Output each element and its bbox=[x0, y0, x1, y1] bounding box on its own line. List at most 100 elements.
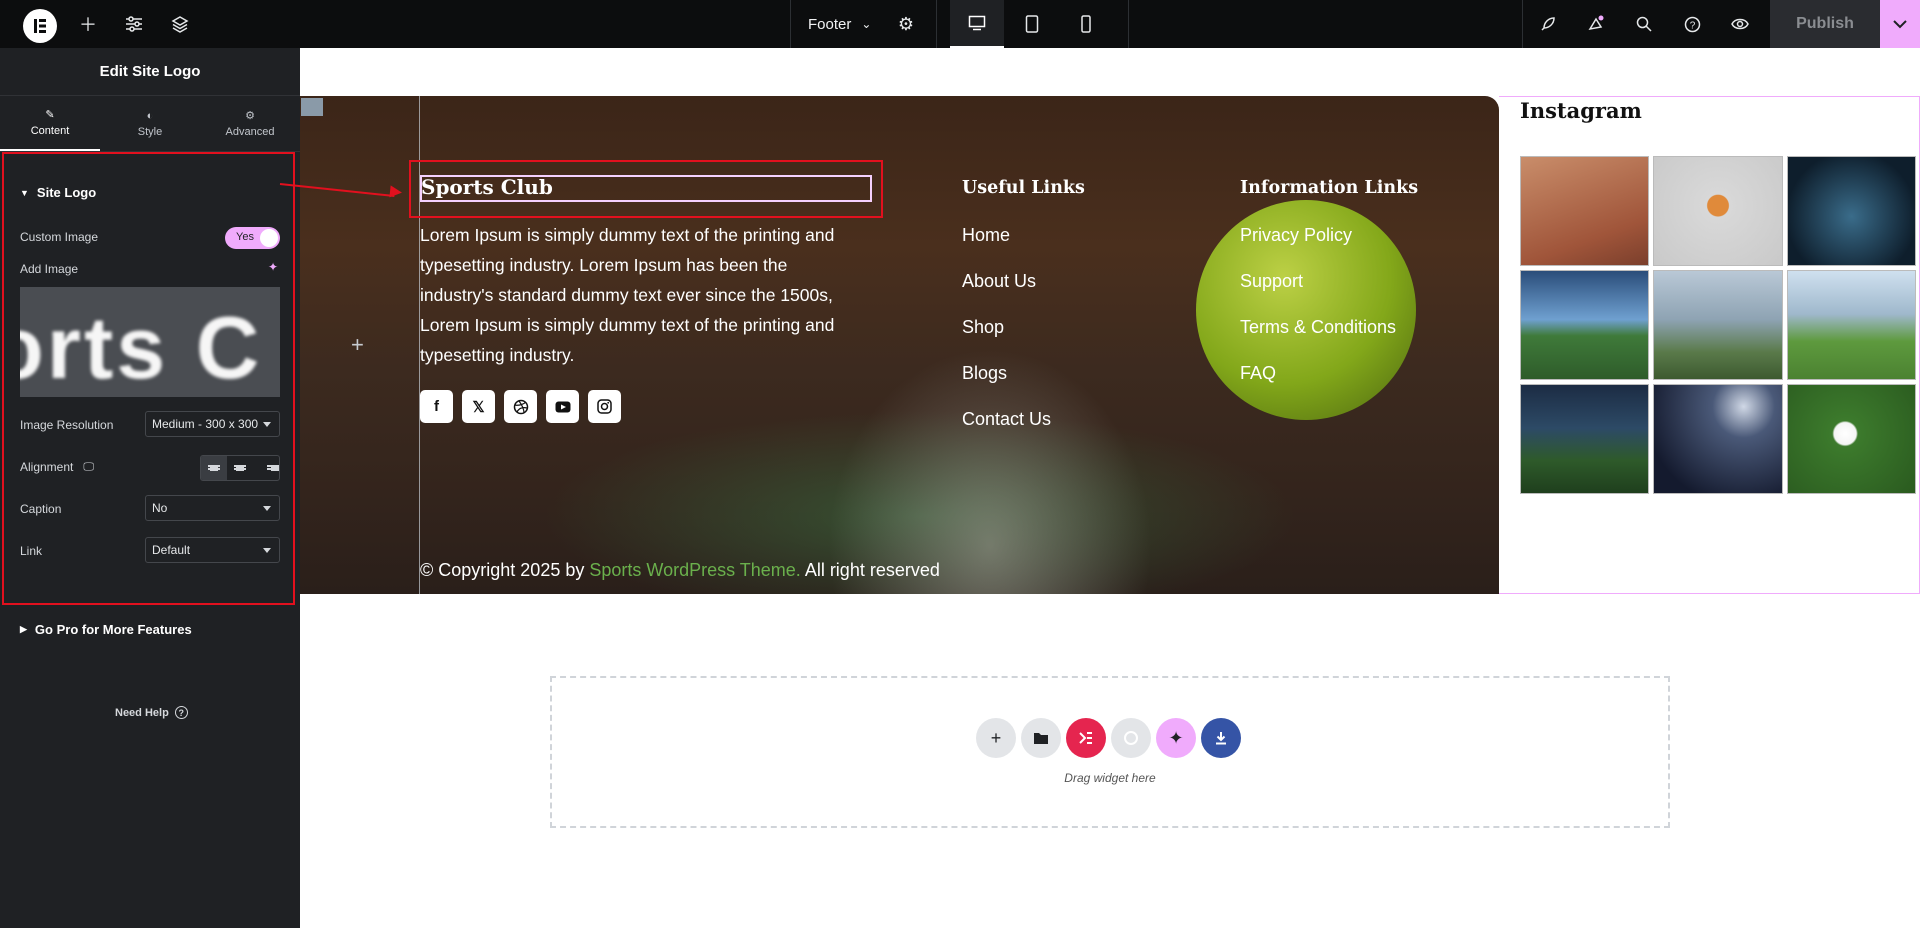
align-center-icon bbox=[227, 464, 253, 473]
add-element-icon[interactable]: ＋ bbox=[64, 0, 112, 48]
youtube-icon[interactable] bbox=[546, 390, 579, 423]
tablet-view-icon[interactable] bbox=[1008, 0, 1056, 48]
gallery-photo-soccer-stadium[interactable] bbox=[1520, 270, 1650, 380]
gallery-photo-rugby-player[interactable] bbox=[1786, 270, 1916, 380]
annotation-arrow-head bbox=[389, 185, 403, 199]
link-label: Link bbox=[20, 544, 43, 558]
container-handle-icon[interactable] bbox=[301, 98, 323, 116]
elementskit-icon[interactable] bbox=[1066, 718, 1106, 758]
search-icon[interactable] bbox=[1620, 0, 1668, 48]
desktop-view-icon[interactable] bbox=[950, 0, 1004, 48]
disabled-addon-icon[interactable] bbox=[1111, 718, 1151, 758]
svg-text:?: ? bbox=[1689, 20, 1695, 31]
gallery-photo-boxer[interactable] bbox=[1786, 156, 1916, 266]
align-center-button[interactable] bbox=[227, 456, 253, 480]
gallery-photo-football-tackle[interactable] bbox=[1520, 384, 1650, 494]
useful-links-heading: Useful Links bbox=[962, 178, 1085, 198]
tab-advanced[interactable]: ⚙ Advanced bbox=[200, 96, 300, 151]
section-toggle-site-logo[interactable]: ▼ Site Logo bbox=[20, 185, 96, 200]
divider bbox=[1128, 0, 1129, 48]
editor-panel: Edit Site Logo ✎ Content ◐ Style ⚙ Advan… bbox=[0, 48, 300, 928]
annotation-highlight-box bbox=[409, 160, 883, 218]
publish-options-chevron-icon[interactable] bbox=[1880, 0, 1920, 48]
x-icon[interactable]: 𝕏 bbox=[462, 390, 495, 423]
rocket-launch-icon[interactable] bbox=[1524, 0, 1572, 48]
footer-link-blogs[interactable]: Blogs bbox=[962, 363, 1007, 384]
footer-link-about-us[interactable]: About Us bbox=[962, 271, 1036, 292]
gallery-photo-basketball-player[interactable] bbox=[1653, 156, 1783, 266]
footer-link-faq[interactable]: FAQ bbox=[1240, 363, 1276, 384]
drag-widget-hint: Drag widget here bbox=[1064, 771, 1156, 785]
add-image-label: Add Image bbox=[20, 262, 79, 276]
footer-link-contact-us[interactable]: Contact Us bbox=[962, 409, 1051, 430]
panel-title: Edit Site Logo bbox=[0, 48, 300, 96]
help-icon[interactable]: ? bbox=[1668, 0, 1716, 48]
align-right-button[interactable] bbox=[253, 456, 279, 480]
custom-image-toggle[interactable]: Yes bbox=[225, 227, 280, 249]
logo-image-preview[interactable]: orts C bbox=[20, 287, 280, 397]
need-help-link[interactable]: Need Help ? bbox=[115, 706, 188, 719]
gallery-photo-soccer-ball[interactable] bbox=[1786, 384, 1916, 494]
footer-link-privacy-policy[interactable]: Privacy Policy bbox=[1240, 225, 1352, 246]
document-name: Footer bbox=[808, 15, 852, 33]
import-download-icon[interactable] bbox=[1201, 718, 1241, 758]
pencil-icon: ✎ bbox=[45, 109, 55, 121]
panel-tabs: ✎ Content ◐ Style ⚙ Advanced bbox=[0, 96, 300, 152]
ai-sparkle-icon[interactable]: ✦ bbox=[268, 260, 278, 274]
tab-label: Advanced bbox=[225, 126, 275, 138]
structure-layers-icon[interactable] bbox=[156, 0, 204, 48]
section-title: Go Pro for More Features bbox=[34, 622, 192, 637]
whats-new-icon[interactable] bbox=[1572, 0, 1620, 48]
divider bbox=[790, 0, 791, 48]
gallery-photo-basketball-dunk[interactable] bbox=[1653, 384, 1783, 494]
preview-eye-icon[interactable] bbox=[1716, 0, 1764, 48]
align-left-button[interactable] bbox=[201, 456, 227, 480]
information-links-heading: Information Links bbox=[1240, 178, 1419, 198]
preview-text: orts C bbox=[20, 298, 263, 397]
caret-right-icon: ▶ bbox=[20, 624, 27, 634]
instagram-heading: Instagram bbox=[1520, 98, 1642, 123]
half-circle-icon: ◐ bbox=[146, 109, 154, 122]
caption-select[interactable]: No bbox=[145, 495, 280, 521]
page-settings-gear-icon[interactable]: ⚙ bbox=[882, 0, 930, 48]
drop-zone-actions: + ✦ bbox=[976, 718, 1241, 758]
footer-link-home[interactable]: Home bbox=[962, 225, 1010, 246]
theme-link[interactable]: Sports WordPress Theme. bbox=[589, 560, 800, 580]
editor-canvas: + Sports Club Lorem Ipsum is simply dumm… bbox=[300, 48, 1920, 928]
image-resolution-select[interactable]: Medium - 300 x 300 bbox=[145, 411, 280, 437]
template-library-folder-icon[interactable] bbox=[1021, 718, 1061, 758]
site-settings-icon[interactable] bbox=[110, 0, 158, 48]
tab-label: Content bbox=[30, 125, 70, 137]
gallery-photo-tennis-player[interactable] bbox=[1520, 156, 1650, 266]
tab-content[interactable]: ✎ Content bbox=[0, 96, 100, 151]
custom-image-label: Custom Image bbox=[20, 230, 99, 244]
link-select[interactable]: Default bbox=[145, 537, 280, 563]
elementor-logo-icon[interactable] bbox=[23, 9, 57, 43]
footer-link-support[interactable]: Support bbox=[1240, 271, 1303, 292]
publish-button[interactable]: Publish bbox=[1770, 0, 1880, 48]
caption-label: Caption bbox=[20, 502, 62, 516]
tab-style[interactable]: ◐ Style bbox=[100, 96, 200, 151]
mobile-view-icon[interactable] bbox=[1062, 0, 1110, 48]
responsive-desktop-icon[interactable]: 🖵 bbox=[83, 461, 94, 474]
instagram-icon[interactable] bbox=[588, 390, 621, 423]
footer-link-shop[interactable]: Shop bbox=[962, 317, 1004, 338]
alignment-label: Alignment bbox=[20, 460, 74, 474]
toggle-text: Yes bbox=[236, 231, 254, 243]
gallery-photo-cyclist[interactable] bbox=[1653, 270, 1783, 380]
align-left-icon bbox=[201, 464, 227, 473]
footer-link-terms[interactable]: Terms & Conditions bbox=[1240, 317, 1396, 338]
caret-down-icon: ▼ bbox=[20, 187, 29, 198]
section-toggle-go-pro[interactable]: ▶ Go Pro for More Features bbox=[20, 622, 192, 637]
document-name-dropdown[interactable]: Footer ⌄ bbox=[808, 0, 871, 48]
divider bbox=[1522, 0, 1523, 48]
alignment-label-row: Alignment 🖵 bbox=[20, 460, 94, 474]
copyright-text: © Copyright 2025 by Sports WordPress The… bbox=[420, 560, 940, 581]
add-widget-plus-icon[interactable]: + bbox=[351, 332, 364, 358]
alignment-control bbox=[200, 455, 280, 481]
dribbble-icon[interactable] bbox=[504, 390, 537, 423]
add-section-plus-icon[interactable]: + bbox=[976, 718, 1016, 758]
facebook-icon[interactable]: f bbox=[420, 390, 453, 423]
align-right-icon bbox=[253, 464, 279, 473]
ai-sparkle-icon[interactable]: ✦ bbox=[1156, 718, 1196, 758]
